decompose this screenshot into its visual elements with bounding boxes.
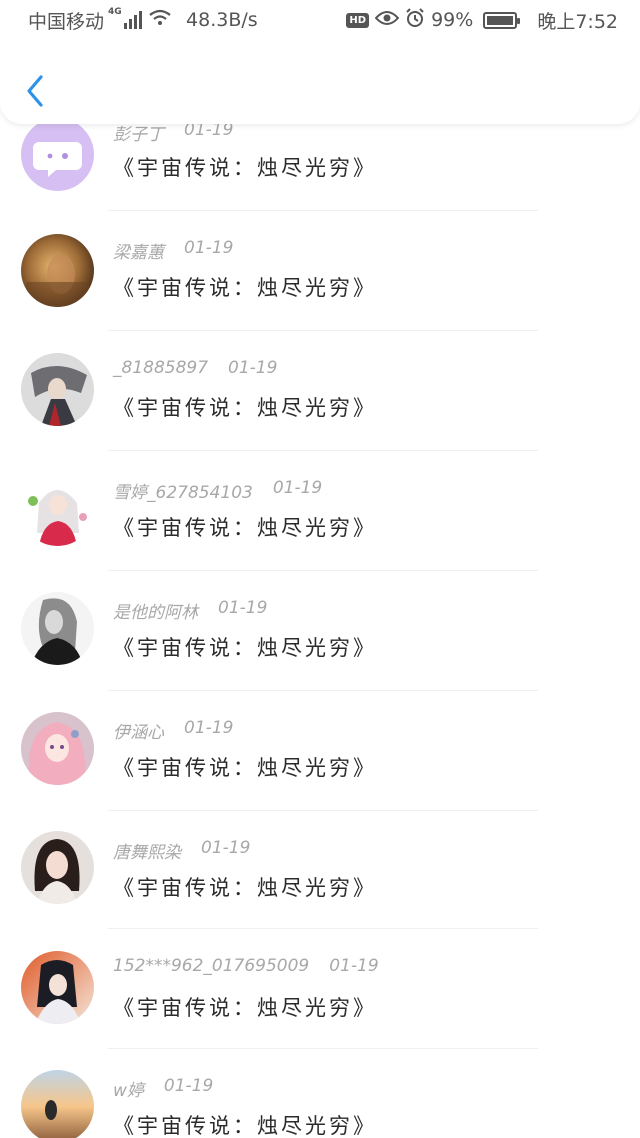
divider [108,810,538,811]
book-title[interactable]: 《宇宙传说：烛尽光穷》 [113,152,377,182]
book-title[interactable]: 《宇宙传说：烛尽光穷》 [113,392,377,422]
item-meta: 梁嘉蕙 01-19 [113,238,233,263]
avatar-image [21,712,94,785]
list-item[interactable]: 是他的阿林 01-19 《宇宙传说：烛尽光穷》 [0,576,640,696]
date: 01-19 [218,598,268,618]
avatar[interactable] [21,473,94,546]
item-meta: _81885897 01-19 [113,358,277,378]
date: 01-19 [184,238,234,258]
divider [108,928,538,929]
username[interactable]: w婷 [113,1076,144,1101]
avatar[interactable] [21,118,94,191]
username[interactable]: 梁嘉蕙 [113,238,164,263]
item-meta: 伊涵心 01-19 [113,718,233,743]
divider [108,1048,538,1049]
username[interactable]: 雪婷_627854103 [113,478,253,503]
date: 01-19 [228,358,278,378]
avatar[interactable] [21,951,94,1024]
username[interactable]: _81885897 [113,358,208,378]
divider [108,690,538,691]
hd-icon: HD [346,12,370,28]
divider [108,330,538,331]
avatar-image [21,234,94,307]
avatar[interactable] [21,712,94,785]
divider [108,570,538,571]
list-item[interactable]: 梁嘉蕙 01-19 《宇宙传说：烛尽光穷》 [0,216,640,336]
list-item[interactable]: w婷 01-19 《宇宙传说：烛尽光穷》 [0,1056,640,1138]
list-item[interactable]: 雪婷_627854103 01-19 《宇宙传说：烛尽光穷》 [0,456,640,576]
network-type: 4G [108,7,122,17]
date: 01-19 [201,838,251,858]
avatar[interactable] [21,831,94,904]
item-meta: 雪婷_627854103 01-19 [113,478,322,503]
book-title[interactable]: 《宇宙传说：烛尽光穷》 [113,272,377,302]
back-button[interactable] [20,72,50,110]
follower-list: 彭子丁 01-19 《宇宙传说：烛尽光穷》 梁嘉蕙 01-19 《宇宙传说：烛尽… [0,0,640,1138]
battery-percent: 99% [431,9,474,31]
username[interactable]: 伊涵心 [113,718,164,743]
eye-icon [374,10,400,30]
signal-icon: 4G [108,7,143,29]
book-title[interactable]: 《宇宙传说：烛尽光穷》 [113,1110,377,1138]
chat-bubble-avatar-icon [21,118,94,191]
book-title[interactable]: 《宇宙传说：烛尽光穷》 [113,872,377,902]
wifi-icon [148,9,172,31]
avatar-image [21,951,94,1024]
battery-icon [483,11,521,29]
item-meta: 152***962_017695009 01-19 [113,956,379,976]
avatar[interactable] [21,1070,94,1138]
status-bar: 中国移动 4G 48.3B/s HD 99% 晚上7:52 [0,0,640,40]
network-speed: 48.3B/s [186,9,258,31]
chevron-left-icon [27,75,43,107]
avatar-image [21,353,94,426]
list-item[interactable]: _81885897 01-19 《宇宙传说：烛尽光穷》 [0,336,640,456]
username[interactable]: 唐舞熙染 [113,838,181,863]
item-meta: w婷 01-19 [113,1076,213,1101]
date: 01-19 [272,478,323,498]
book-title[interactable]: 《宇宙传说：烛尽光穷》 [113,632,377,662]
clock: 晚上7:52 [537,10,618,33]
avatar-image [21,592,94,665]
username[interactable]: 152***962_017695009 [113,956,309,976]
avatar-image [21,831,94,904]
item-meta: 唐舞熙染 01-19 [113,838,250,863]
avatar-image [21,1070,94,1138]
username[interactable]: 是他的阿林 [113,598,198,623]
list-item[interactable]: 152***962_017695009 01-19 《宇宙传说：烛尽光穷》 [0,936,640,1056]
book-title[interactable]: 《宇宙传说：烛尽光穷》 [113,512,377,542]
list-item[interactable]: 伊涵心 01-19 《宇宙传说：烛尽光穷》 [0,696,640,816]
carrier-name: 中国移动 [28,10,105,33]
avatar[interactable] [21,592,94,665]
list-item[interactable]: 唐舞熙染 01-19 《宇宙传说：烛尽光穷》 [0,816,640,936]
book-title[interactable]: 《宇宙传说：烛尽光穷》 [113,992,377,1022]
item-meta: 是他的阿林 01-19 [113,598,267,623]
avatar[interactable] [21,353,94,426]
divider [108,450,538,451]
alarm-icon [405,8,425,32]
avatar[interactable] [21,234,94,307]
date: 01-19 [163,1076,214,1096]
avatar-image [21,473,94,546]
date: 01-19 [329,956,379,976]
book-title[interactable]: 《宇宙传说：烛尽光穷》 [113,752,377,782]
date: 01-19 [184,718,234,738]
divider [108,210,538,211]
